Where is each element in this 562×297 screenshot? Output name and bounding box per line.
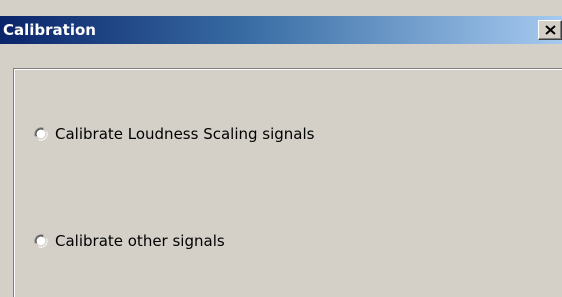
- radio-label[interactable]: Calibrate Loudness Scaling signals: [55, 125, 314, 143]
- window-title: Calibration: [3, 21, 96, 39]
- option-calibrate-loudness-scaling[interactable]: Calibrate Loudness Scaling signals: [34, 123, 314, 145]
- option-calibrate-other-signals[interactable]: Calibrate other signals: [34, 230, 225, 252]
- close-button[interactable]: [538, 20, 562, 40]
- radio-icon[interactable]: [34, 234, 48, 248]
- calibration-dialog: Calibration Calibrate Loudness Scaling s…: [0, 0, 562, 297]
- close-icon: [545, 25, 556, 35]
- radio-label[interactable]: Calibrate other signals: [55, 232, 225, 250]
- title-bar[interactable]: Calibration: [0, 16, 562, 44]
- radio-icon[interactable]: [34, 127, 48, 141]
- options-group: [13, 68, 562, 297]
